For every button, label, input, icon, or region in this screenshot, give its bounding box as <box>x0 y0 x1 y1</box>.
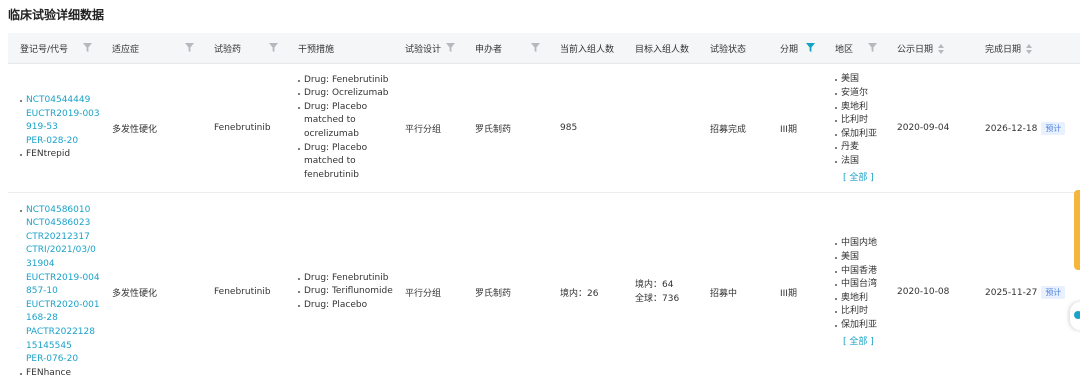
reg-id-link[interactable]: EUCTR2020-001168-28 <box>26 300 100 324</box>
cell-status: 招募完成 <box>698 63 768 193</box>
region-item: 保加利亚 <box>835 319 885 333</box>
region-item: 中国香港 <box>835 265 885 279</box>
region-item: 奥地利 <box>835 292 885 306</box>
region-item: 美国 <box>835 251 885 265</box>
col-header-done-date[interactable]: 完成日期 <box>973 33 1080 64</box>
cell-target-enroll: 境内：64 全球：736 <box>623 192 698 389</box>
reg-id-link[interactable]: EUCTR2019-004857-10 <box>26 273 100 297</box>
reg-id-link[interactable]: PER-028-20 <box>26 136 78 146</box>
region-item: 中国内地 <box>835 237 885 251</box>
reg-id-link[interactable]: PER-076-20 <box>26 354 78 364</box>
intervention-item: Drug: Fenebrutinib <box>298 74 393 88</box>
cell-drug: Fenebrutinib <box>202 192 286 389</box>
page-title: 临床试验详细数据 <box>8 8 105 22</box>
col-header-status: 试验状态 <box>698 33 768 64</box>
table-row: NCT04544449 EUCTR2019-003919-53 PER-028-20… <box>8 63 1080 193</box>
filter-icon[interactable] <box>83 43 92 52</box>
trial-table-container: 登记号/代号 适应症 试验药 干预措施 试验设计 申办者 当前入组人数 目标入组… <box>8 33 1080 389</box>
region-item: 保加利亚 <box>835 128 885 142</box>
reg-id-link[interactable]: CTRI/2021/03/031904 <box>26 245 96 269</box>
alias-item: FENhance <box>20 367 100 381</box>
filter-active-icon[interactable] <box>806 43 815 52</box>
floating-help-button[interactable] <box>1070 302 1080 330</box>
filter-icon[interactable] <box>446 43 455 52</box>
cell-indication: 多发性硬化 <box>100 63 202 193</box>
cell-pub-date: 2020-10-08 <box>885 192 973 389</box>
region-item: 比利时 <box>835 305 885 319</box>
region-item: 奥地利 <box>835 101 885 115</box>
estimated-badge: 预计 <box>1041 285 1066 299</box>
reg-id-link[interactable]: NCT04586010 <box>26 205 90 215</box>
intervention-item: Drug: Teriflunomide <box>298 285 393 299</box>
cell-intervention: Drug: Fenebrutinib Drug: Ocrelizumab Dru… <box>286 63 393 193</box>
reg-id-link[interactable]: NCT04544449 <box>26 95 90 105</box>
sort-icon[interactable] <box>938 44 945 54</box>
col-header-design[interactable]: 试验设计 <box>393 33 463 64</box>
region-item: 中国台湾 <box>835 278 885 292</box>
cell-sponsor: 罗氏制药 <box>463 192 548 389</box>
help-icon <box>1074 311 1080 319</box>
region-item: 美国 <box>835 73 885 87</box>
cell-phase: III期 <box>768 63 823 193</box>
col-header-region[interactable]: 地区 <box>823 33 885 64</box>
estimated-badge: 预计 <box>1041 121 1066 135</box>
cell-phase: III期 <box>768 192 823 389</box>
region-item: 安道尔 <box>835 87 885 101</box>
alias-item: FENtrepid <box>20 148 100 162</box>
cell-design: 平行分组 <box>393 63 463 193</box>
cell-status: 招募中 <box>698 192 768 389</box>
reg-id-link[interactable]: PACTR202212815145545 <box>26 327 95 351</box>
reg-id-link[interactable]: NCT04586023 <box>26 218 90 228</box>
cell-target-enroll <box>623 63 698 193</box>
cell-design: 平行分组 <box>393 192 463 389</box>
cell-intervention: Drug: Fenebrutinib Drug: Teriflunomide D… <box>286 192 393 389</box>
side-drawer-tab[interactable] <box>1074 190 1080 270</box>
trial-table: 登记号/代号 适应症 试验药 干预措施 试验设计 申办者 当前入组人数 目标入组… <box>8 33 1080 389</box>
cell-current-enroll: 境内：26 <box>548 192 623 389</box>
region-item: 比利时 <box>835 114 885 128</box>
show-all-regions-link[interactable]: [ 全部 ] <box>835 170 874 183</box>
show-all-regions-link[interactable]: [ 全部 ] <box>835 334 874 347</box>
intervention-item: Drug: Fenebrutinib <box>298 272 393 286</box>
col-header-pub-date[interactable]: 公示日期 <box>885 33 973 64</box>
filter-icon[interactable] <box>531 43 540 52</box>
col-header-reg-no[interactable]: 登记号/代号 <box>8 33 100 64</box>
filter-icon[interactable] <box>185 43 194 52</box>
sort-icon[interactable] <box>1026 44 1033 54</box>
col-header-sponsor[interactable]: 申办者 <box>463 33 548 64</box>
reg-id-link[interactable]: EUCTR2019-003919-53 <box>26 109 100 133</box>
cell-done-date: 2025-11-27 预计 <box>973 192 1080 389</box>
cell-indication: 多发性硬化 <box>100 192 202 389</box>
reg-id-link[interactable]: CTR20212317 <box>26 232 90 242</box>
table-header-row: 登记号/代号 适应症 试验药 干预措施 试验设计 申办者 当前入组人数 目标入组… <box>8 33 1080 64</box>
filter-icon[interactable] <box>868 43 877 52</box>
table-row: NCT04586010 NCT04586023 CTR20212317 CTRI… <box>8 192 1080 389</box>
region-item: 丹麦 <box>835 141 885 155</box>
cell-pub-date: 2020-09-04 <box>885 63 973 193</box>
cell-done-date: 2026-12-18 预计 <box>973 63 1080 193</box>
region-item: 法国 <box>835 155 885 169</box>
cell-drug: Fenebrutinib <box>202 63 286 193</box>
cell-region: 美国 安道尔 奥地利 比利时 保加利亚 丹麦 法国 [ 全部 ] <box>823 63 885 193</box>
cell-sponsor: 罗氏制药 <box>463 63 548 193</box>
col-header-current-enroll: 当前入组人数 <box>548 33 623 64</box>
cell-region: 中国内地 美国 中国香港 中国台湾 奥地利 比利时 保加利亚 [ 全部 ] <box>823 192 885 389</box>
col-header-drug[interactable]: 试验药 <box>202 33 286 64</box>
intervention-item: Drug: Placebo <box>298 299 393 313</box>
col-header-intervention: 干预措施 <box>286 33 393 64</box>
intervention-item: Drug: Ocrelizumab <box>298 87 393 101</box>
reg-id-item[interactable]: NCT04544449 EUCTR2019-003919-53 PER-028-20 <box>20 94 100 148</box>
intervention-item: Drug: Placebo matched to fenebrutinib <box>298 142 393 183</box>
filter-icon[interactable] <box>269 43 278 52</box>
cell-reg-ids: NCT04586010 NCT04586023 CTR20212317 CTRI… <box>8 192 100 389</box>
intervention-item: Drug: Placebo matched to ocrelizumab <box>298 101 393 142</box>
reg-id-item[interactable]: NCT04586010 NCT04586023 CTR20212317 CTRI… <box>20 204 100 367</box>
cell-reg-ids: NCT04544449 EUCTR2019-003919-53 PER-028-20… <box>8 63 100 193</box>
col-header-indication[interactable]: 适应症 <box>100 33 202 64</box>
col-header-target-enroll: 目标入组人数 <box>623 33 698 64</box>
col-header-phase[interactable]: 分期 <box>768 33 823 64</box>
cell-current-enroll: 985 <box>548 63 623 193</box>
